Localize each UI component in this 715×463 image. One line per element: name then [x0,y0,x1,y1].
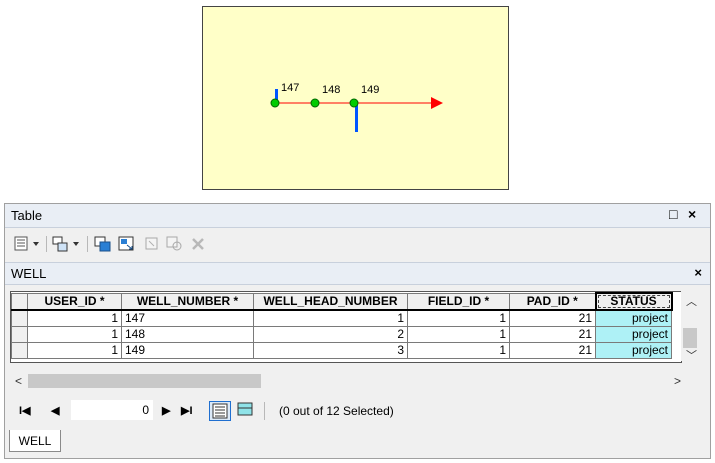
cell-well-number[interactable]: 147 [121,309,254,327]
well-label-149: 149 [361,84,380,96]
related-tables-icon [52,236,79,252]
cell-pad-id[interactable]: 21 [509,309,596,327]
switch-selection-icon [118,236,134,251]
attribute-table[interactable]: USER_ID * WELL_NUMBER * WELL_HEAD_NUMBER… [10,291,682,363]
cell-status[interactable]: project [595,309,672,327]
table-row[interactable]: 1 147 1 1 21 project [11,309,672,327]
table-options-icon [14,236,39,251]
cell-user-id[interactable]: 1 [27,326,122,343]
close-icon[interactable]: × [688,206,696,222]
close-icon[interactable]: × [694,265,702,280]
switch-selection-button[interactable] [117,234,137,254]
select-all-cell[interactable] [11,292,28,311]
show-selected-records-button[interactable] [235,401,257,421]
well-point-148[interactable] [310,98,320,108]
horizontal-scroll-thumb[interactable] [28,374,261,388]
well-point-149[interactable] [349,98,359,108]
table-options-button[interactable] [13,234,43,254]
cell-field-id[interactable]: 1 [407,309,510,327]
table-toolbar [5,228,710,260]
show-selected-records-icon [237,402,253,416]
column-header-pad-id[interactable]: PAD_ID * [509,292,596,311]
cell-field-id[interactable]: 1 [407,326,510,343]
map-canvas [270,89,443,132]
cell-field-id[interactable]: 1 [407,342,510,359]
horizontal-scrollbar[interactable]: < > [10,372,699,390]
cell-user-id[interactable]: 1 [27,309,122,327]
well-point-147[interactable] [270,98,280,108]
map-view[interactable]: 147 148 149 [202,6,509,190]
cell-well-head-number[interactable]: 3 [253,342,408,359]
last-record-button[interactable]: ▶I [181,404,193,417]
scroll-down-icon[interactable]: ﹀ [686,347,697,363]
column-header-status[interactable]: STATUS [594,292,673,311]
vertical-scroll-thumb[interactable] [683,328,697,348]
show-all-records-button[interactable] [209,401,231,421]
first-record-button[interactable]: I◀ [19,404,31,417]
show-all-records-icon [212,403,228,419]
column-header-well-head-number[interactable]: WELL_HEAD_NUMBER [253,292,408,311]
column-header-user-id[interactable]: USER_ID * [27,292,122,311]
select-by-attributes-button[interactable] [93,234,113,254]
scroll-right-icon[interactable]: > [674,374,681,388]
cell-well-number[interactable]: 148 [121,326,254,343]
scroll-left-icon[interactable]: < [15,374,22,388]
selection-count-text: (0 out of 12 Selected) [279,404,394,418]
cell-status[interactable]: project [595,326,672,343]
previous-record-button[interactable]: ◀ [51,404,59,417]
related-tables-button[interactable] [51,234,83,254]
layer-header: WELL × [5,262,710,285]
table-row[interactable]: 1 149 3 1 21 project [11,342,672,359]
well-label-148: 148 [322,84,341,96]
tab-well[interactable]: WELL [9,430,61,452]
select-by-attributes-icon [94,236,111,252]
column-header-field-id[interactable]: FIELD_ID * [407,292,510,311]
cell-well-head-number[interactable]: 1 [253,309,408,327]
record-navigation: I◀ ◀ ▶ ▶I (0 out of 12 Selected) [5,396,710,426]
window-title: Table [11,208,43,223]
table-window: Table □ × WELL × USER_ID * WELL_NUMBER *… [4,203,711,459]
cell-well-number[interactable]: 149 [121,342,254,359]
table-row[interactable]: 1 148 2 1 21 project [11,326,672,343]
zoom-to-selected-icon [166,236,182,251]
current-record-input[interactable] [71,400,153,420]
scroll-up-icon[interactable]: ︿ [686,293,697,309]
cell-pad-id[interactable]: 21 [509,342,596,359]
cell-user-id[interactable]: 1 [27,342,122,359]
table-header-row: USER_ID * WELL_NUMBER * WELL_HEAD_NUMBER… [11,292,673,311]
cell-status[interactable]: project [595,342,672,359]
well-label-147: 147 [281,82,300,94]
delete-selected-button[interactable] [189,234,207,254]
delete-selected-icon [192,238,204,250]
vertical-scrollbar[interactable]: ︿ ﹀ [681,291,699,363]
arrow-head-icon [431,97,443,109]
row-selector[interactable] [11,326,28,343]
layer-name: WELL [11,266,47,281]
column-header-well-number[interactable]: WELL_NUMBER * [121,292,254,311]
next-record-button[interactable]: ▶ [162,404,170,417]
title-bar[interactable]: Table □ × [5,204,710,228]
row-selector[interactable] [11,309,28,327]
restore-icon[interactable]: □ [669,206,677,222]
clear-selection-icon [145,237,158,250]
cell-pad-id[interactable]: 21 [509,326,596,343]
cell-well-head-number[interactable]: 2 [253,326,408,343]
clear-selection-button[interactable] [143,234,161,254]
well-stick-149 [355,103,358,132]
zoom-to-selected-button[interactable] [165,234,185,254]
row-selector[interactable] [11,342,28,359]
